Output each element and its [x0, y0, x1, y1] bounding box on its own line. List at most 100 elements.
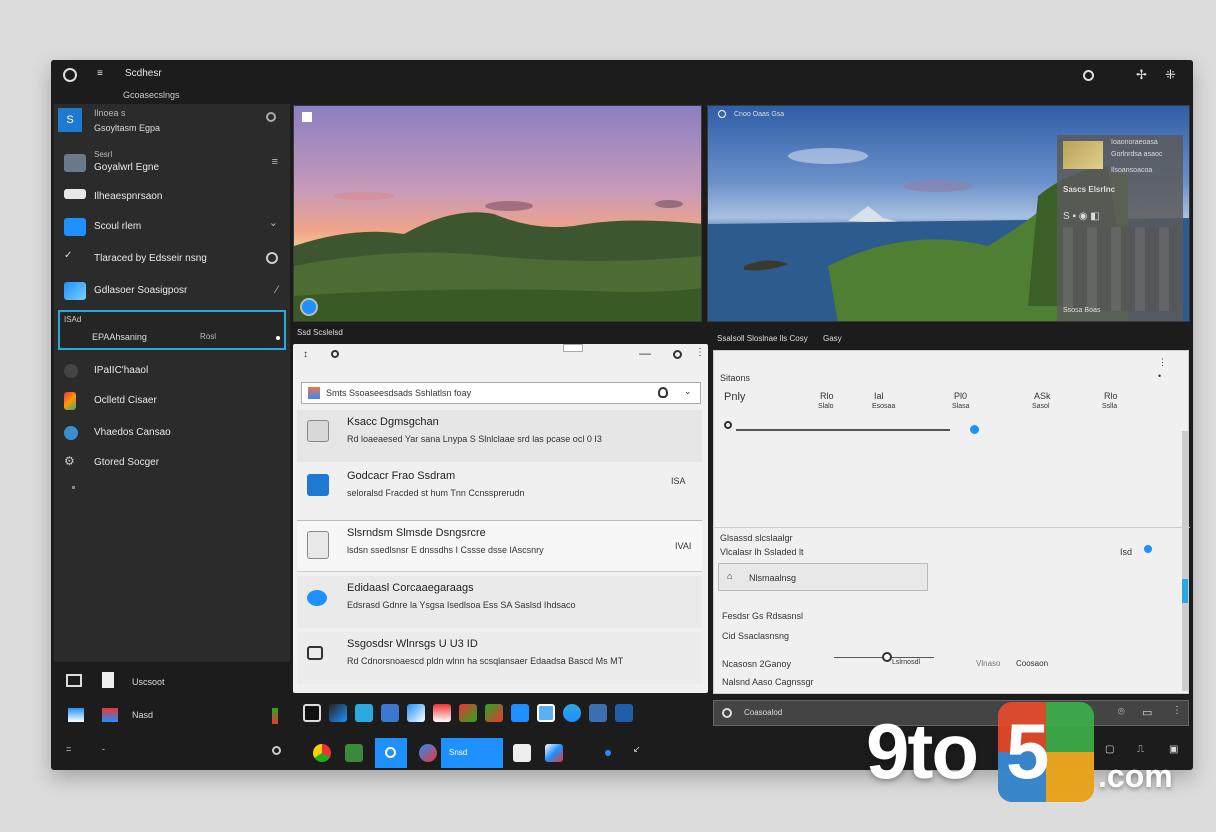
game-app-icon[interactable]: [459, 704, 477, 722]
account-line1: Ilnoea s: [94, 108, 126, 118]
news-app-icon[interactable]: [615, 704, 633, 722]
sidebar-search-icon[interactable]: [266, 112, 276, 122]
active-app-button[interactable]: Snsd: [441, 738, 503, 768]
notes-icon[interactable]: [102, 672, 114, 688]
app-icon[interactable]: [68, 708, 84, 722]
flag-icon[interactable]: [272, 708, 278, 724]
edit-icon[interactable]: ⁄: [276, 284, 278, 296]
grid-icon: [307, 646, 323, 660]
slider-thumb[interactable]: [882, 652, 892, 662]
toggle-icon[interactable]: [266, 252, 278, 264]
search-circle-icon[interactable]: [63, 68, 77, 82]
sidebar-item-scoul[interactable]: Scoul rlem ⌄: [54, 212, 290, 242]
settings-pane: Sitaons ⋮ • Pnly Rlo Ial Pl0 ASk Rlo Sla…: [713, 350, 1190, 694]
file-icon: [307, 531, 329, 559]
doc-app-icon[interactable]: [381, 704, 399, 722]
progress-thumb[interactable]: [970, 425, 979, 434]
account-tile[interactable]: S: [58, 108, 82, 132]
chrome-icon[interactable]: [313, 744, 331, 762]
search-icon[interactable]: [1083, 70, 1094, 81]
search-bar[interactable]: Smts Ssoaseesdsads Sshlatlsn foay ⌄: [301, 382, 701, 404]
bottom-search-input[interactable]: Coasoalod: [744, 708, 782, 717]
sidebar-item-selected[interactable]: ISAd EPAAhsaning Rosl: [58, 310, 286, 350]
menu-icon[interactable]: ≡: [97, 68, 103, 79]
close-circle-icon[interactable]: [673, 350, 682, 359]
folder-icon: [307, 474, 329, 496]
search-icon[interactable]: [272, 746, 281, 755]
window-subtitle: Gcoasecslngs: [123, 90, 180, 100]
list-item[interactable]: Ksacc Dgmsgchan Rd loaeaesed Yar sana Ln…: [297, 410, 702, 462]
sidebar-item-label: Vhaedos Cansao: [94, 427, 171, 438]
arrow-icon[interactable]: ↙: [633, 744, 641, 755]
field-icon: ⌂: [727, 571, 733, 581]
account-line2: Gsoyltasm Egpa: [94, 123, 161, 133]
sidebar: S Ilnoea s Gsoyltasm Egpa Sesrl Goyalwrl…: [54, 104, 290, 662]
tab-icon[interactable]: [563, 344, 583, 352]
watermark-digit: 5: [1006, 707, 1050, 795]
chevron-down-icon[interactable]: ⌄: [269, 216, 278, 229]
app-icon[interactable]: [102, 708, 118, 722]
pin-icon[interactable]: ✢: [1136, 67, 1147, 83]
list-item[interactable]: Ssgosdsr Wlnrsgs U U3 ID Rd Cdnorsnoaesc…: [297, 632, 702, 684]
more-icon[interactable]: ⋮: [695, 347, 705, 358]
sidebar-item-oclletd[interactable]: Oclletd Cisaer: [54, 386, 290, 416]
spreadsheet-icon[interactable]: [345, 744, 363, 762]
progress-track[interactable]: [736, 429, 950, 431]
text-field[interactable]: ⌂ Nlsmaalnsg: [718, 563, 928, 591]
search-input[interactable]: Smts Ssoaseesdsads Sshlatlsn foay: [326, 388, 471, 398]
sidebar-item-ipaii[interactable]: IPaIIC'haaol: [54, 356, 290, 386]
column-header: Rlo: [1104, 391, 1118, 401]
sidebar-item-vhaedos[interactable]: Vhaedos Cansao: [54, 418, 290, 448]
chevron-down-icon[interactable]: ⌄: [684, 386, 692, 397]
paint-icon[interactable]: [419, 744, 437, 762]
settings-icon[interactable]: ⁜: [1165, 67, 1176, 83]
watermark-brand: 9to: [866, 707, 979, 795]
monitor-icon[interactable]: [66, 674, 82, 687]
sidebar-item-label: Gdlasoer Soasigposr: [94, 285, 188, 296]
mail-app-icon[interactable]: [407, 704, 425, 722]
list-item-subtitle: Rd loaeaesed Yar sana Lnypa S Slnlclaae …: [347, 434, 602, 444]
scrollbar-thumb[interactable]: [1182, 579, 1188, 603]
photos-icon[interactable]: [545, 744, 563, 762]
sidebar-item-sesrl[interactable]: Sesrl Goyalwrl Egne ≡: [54, 148, 290, 178]
circle-button-icon[interactable]: [300, 298, 318, 316]
sidebar-item-gtored[interactable]: ⚙ Gtored Socger: [54, 448, 290, 478]
list-item-badge: IVAI: [675, 541, 692, 551]
scrollbar[interactable]: [1182, 431, 1188, 691]
store-app-icon[interactable]: [511, 704, 529, 722]
media-app-icon[interactable]: [433, 704, 451, 722]
sidebar-item-gdlasoer[interactable]: Gdlasoer Soasigposr ⁄: [54, 276, 290, 306]
mail2-app-icon[interactable]: [589, 704, 607, 722]
user-icon[interactable]: -: [102, 744, 105, 754]
menu-lines-icon[interactable]: ≡: [272, 156, 278, 168]
power-icon[interactable]: =: [66, 744, 71, 754]
slider-aux-2: Coosaon: [1016, 659, 1049, 668]
colorful-app-icon: [64, 392, 76, 410]
column-sub: Sasol: [1032, 403, 1050, 410]
minimize-icon[interactable]: —: [639, 346, 651, 360]
chart-app-icon[interactable]: [355, 704, 373, 722]
calc-app-icon[interactable]: [537, 704, 555, 722]
photo-pane-sunset[interactable]: [293, 105, 702, 322]
start-button[interactable]: [375, 738, 407, 768]
list-item[interactable]: Godcacr Frao Ssdram ISA seloralsd Fracde…: [297, 464, 702, 516]
overlay-card[interactable]: Ioaonoraeoasa Gorlnrdsa asaoc Ilsoansoac…: [1057, 135, 1183, 321]
section-divider: [714, 527, 1190, 528]
heart-icon[interactable]: [658, 387, 668, 398]
sidebar-item-tlaraced[interactable]: ✓ Tlaraced by Edsseir nsng: [54, 244, 290, 274]
thumbnail-icon: [1063, 141, 1103, 169]
sidebar-item-label: Ilheaespnrsaon: [94, 191, 163, 202]
more-icon[interactable]: ⋮: [1158, 357, 1167, 368]
sidebar-item-label: IPaIIC'haaol: [94, 365, 149, 376]
list-item[interactable]: Slsrndsm Slmsde Dsngsrcre IVAI lsdsn sse…: [297, 520, 702, 572]
cursor-icon[interactable]: [513, 744, 531, 762]
pen-app-icon[interactable]: [329, 704, 347, 722]
sidebar-item-ilheae[interactable]: Ilheaespnrsaon: [54, 182, 290, 212]
circle-icon[interactable]: [331, 350, 339, 358]
photo-app-icon[interactable]: [303, 704, 321, 722]
maps-app-icon[interactable]: [485, 704, 503, 722]
cloud-app-icon[interactable]: [563, 704, 581, 722]
sort-icon[interactable]: ↕: [303, 349, 308, 360]
list-item-subtitle: Rd Cdnorsnoaescd pldn wlnn ha scsqlansae…: [347, 656, 624, 666]
list-item[interactable]: Edidaasl Corcaaegaraags Edsrasd Gdnre la…: [297, 576, 702, 628]
